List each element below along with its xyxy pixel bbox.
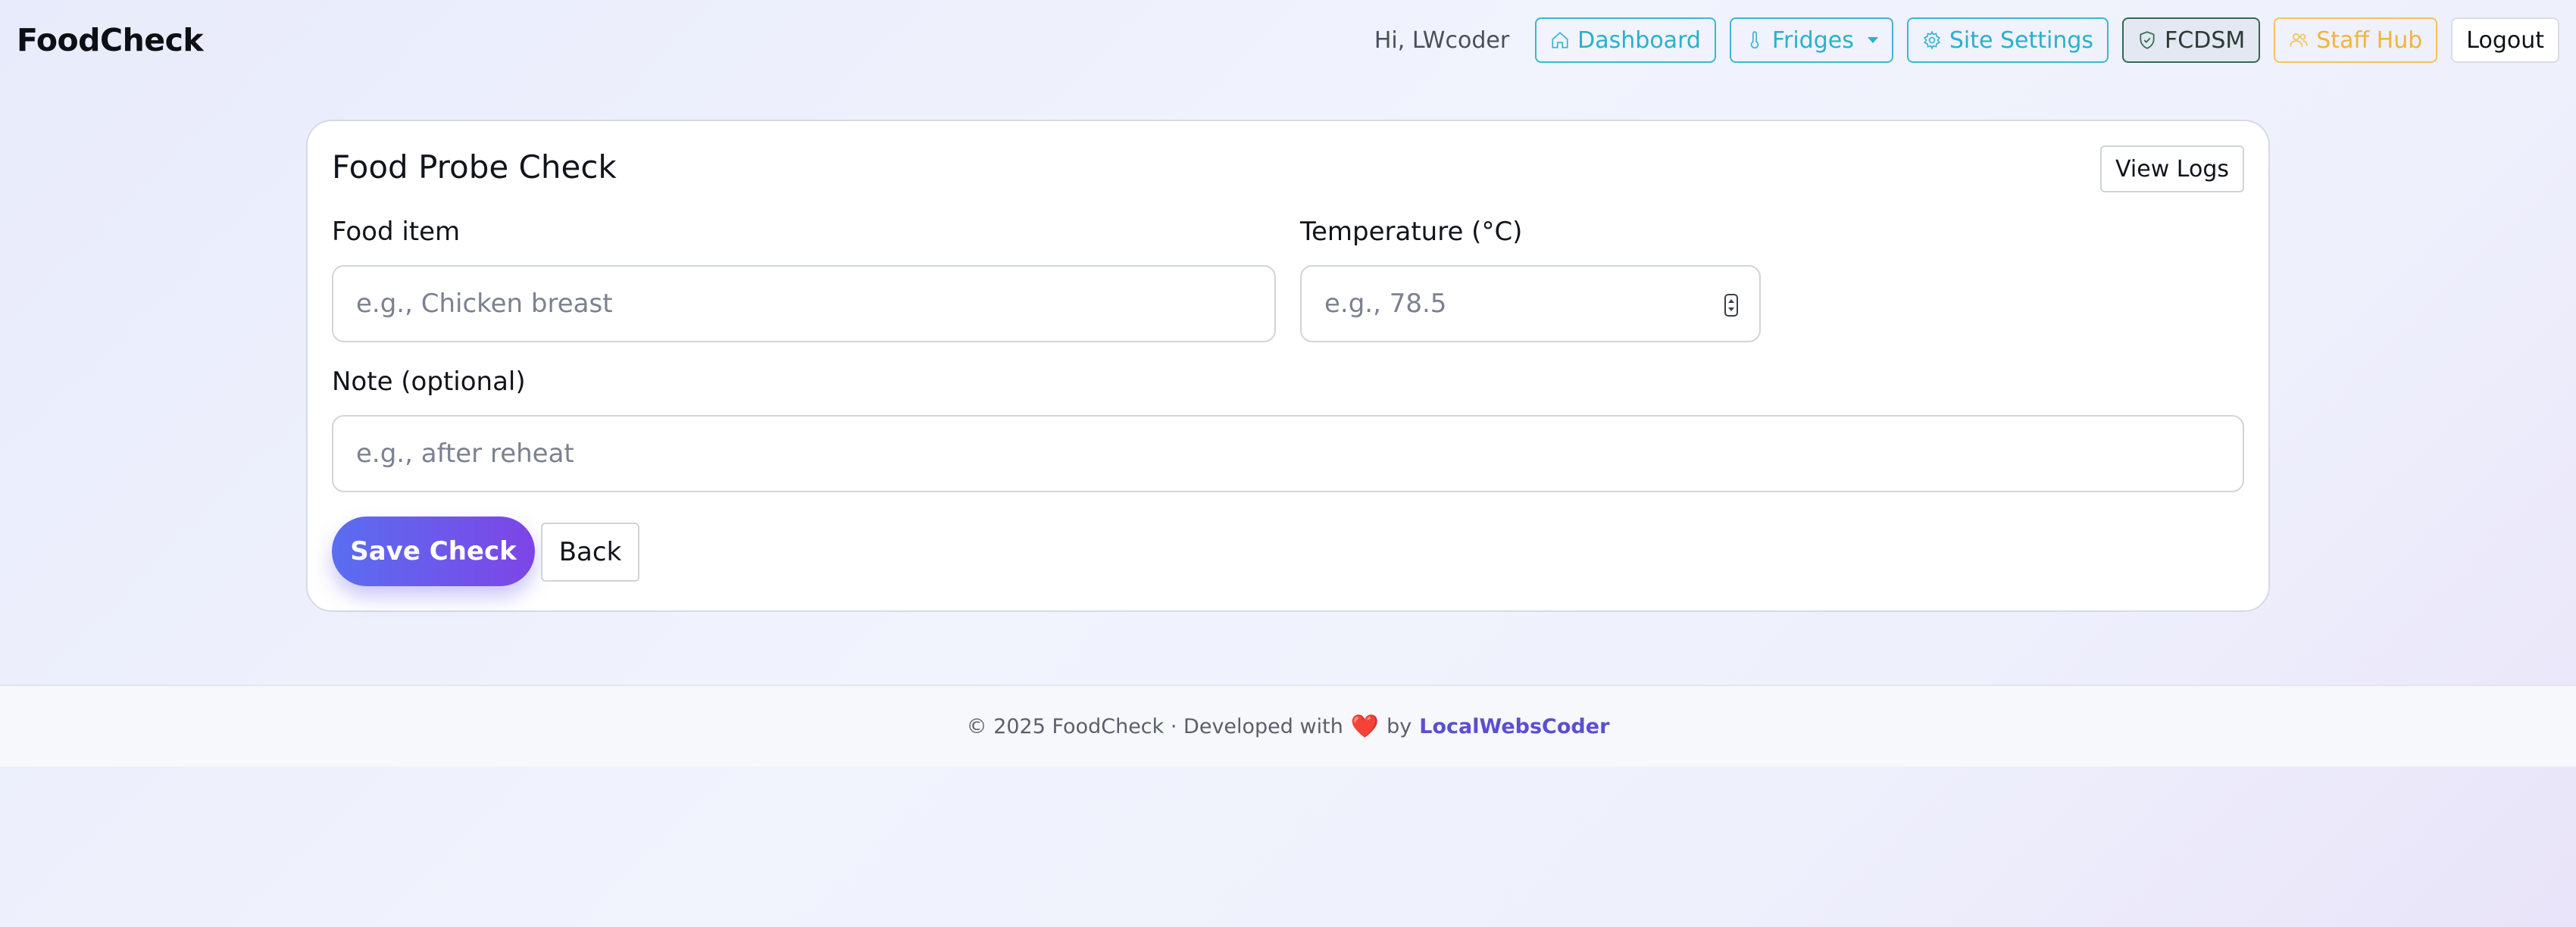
footer-copyright: © 2025 FoodCheck · Developed with [966, 714, 1343, 738]
footer: © 2025 FoodCheck · Developed with ❤️ by … [0, 685, 2576, 766]
logout-label: Logout [2466, 27, 2544, 54]
navbar: FoodCheck Hi, LWcoder Dashboard Fridges … [0, 0, 2576, 80]
temperature-label: Temperature (°C) [1300, 217, 1523, 247]
view-logs-button[interactable]: View Logs [2100, 145, 2244, 192]
temperature-input[interactable]: e.g., 78.5 [1300, 265, 1761, 342]
number-spinner-icon[interactable] [1724, 294, 1738, 317]
save-check-button[interactable]: Save Check [332, 517, 535, 586]
fcdsm-label: FCDSM [2165, 27, 2246, 54]
note-input[interactable]: e.g., after reheat [332, 415, 2244, 492]
user-greeting: Hi, LWcoder [1374, 27, 1510, 54]
thermometer-icon [1750, 31, 1759, 49]
page-title: Food Probe Check [332, 148, 617, 186]
brand-logo[interactable]: FoodCheck [17, 22, 204, 58]
fridges-label: Fridges [1771, 27, 1854, 54]
heart-icon: ❤️ [1350, 713, 1380, 740]
footer-by: by [1386, 714, 1412, 738]
staff-hub-label: Staff Hub [2316, 27, 2423, 54]
food-item-input[interactable]: e.g., Chicken breast [332, 265, 1276, 342]
logout-button[interactable]: Logout [2451, 17, 2559, 63]
site-settings-label: Site Settings [1949, 27, 2094, 54]
shield-check-icon [2140, 31, 2155, 49]
staff-hub-button[interactable]: Staff Hub [2274, 17, 2438, 63]
chevron-down-icon [1867, 37, 1878, 43]
dashboard-label: Dashboard [1577, 27, 1701, 54]
users-icon [2290, 33, 2308, 47]
fridges-dropdown-button[interactable]: Fridges [1729, 17, 1893, 63]
back-button[interactable]: Back [541, 523, 639, 582]
developer-link[interactable]: LocalWebsCoder [1419, 715, 1609, 738]
temperature-placeholder: e.g., 78.5 [1324, 289, 1447, 319]
note-placeholder: e.g., after reheat [356, 439, 574, 469]
note-label: Note (optional) [332, 367, 526, 397]
gear-icon [1923, 30, 1940, 50]
food-item-label: Food item [332, 217, 461, 247]
home-icon [1552, 32, 1568, 48]
food-item-placeholder: e.g., Chicken breast [356, 289, 613, 319]
dashboard-button[interactable]: Dashboard [1535, 17, 1716, 63]
site-settings-button[interactable]: Site Settings [1906, 17, 2109, 63]
fcdsm-button[interactable]: FCDSM [2122, 17, 2261, 63]
nav-actions: Hi, LWcoder Dashboard Fridges Site Setti… [1374, 17, 2559, 63]
food-probe-check-card: Food Probe Check View Logs Food item e.g… [306, 120, 2270, 612]
